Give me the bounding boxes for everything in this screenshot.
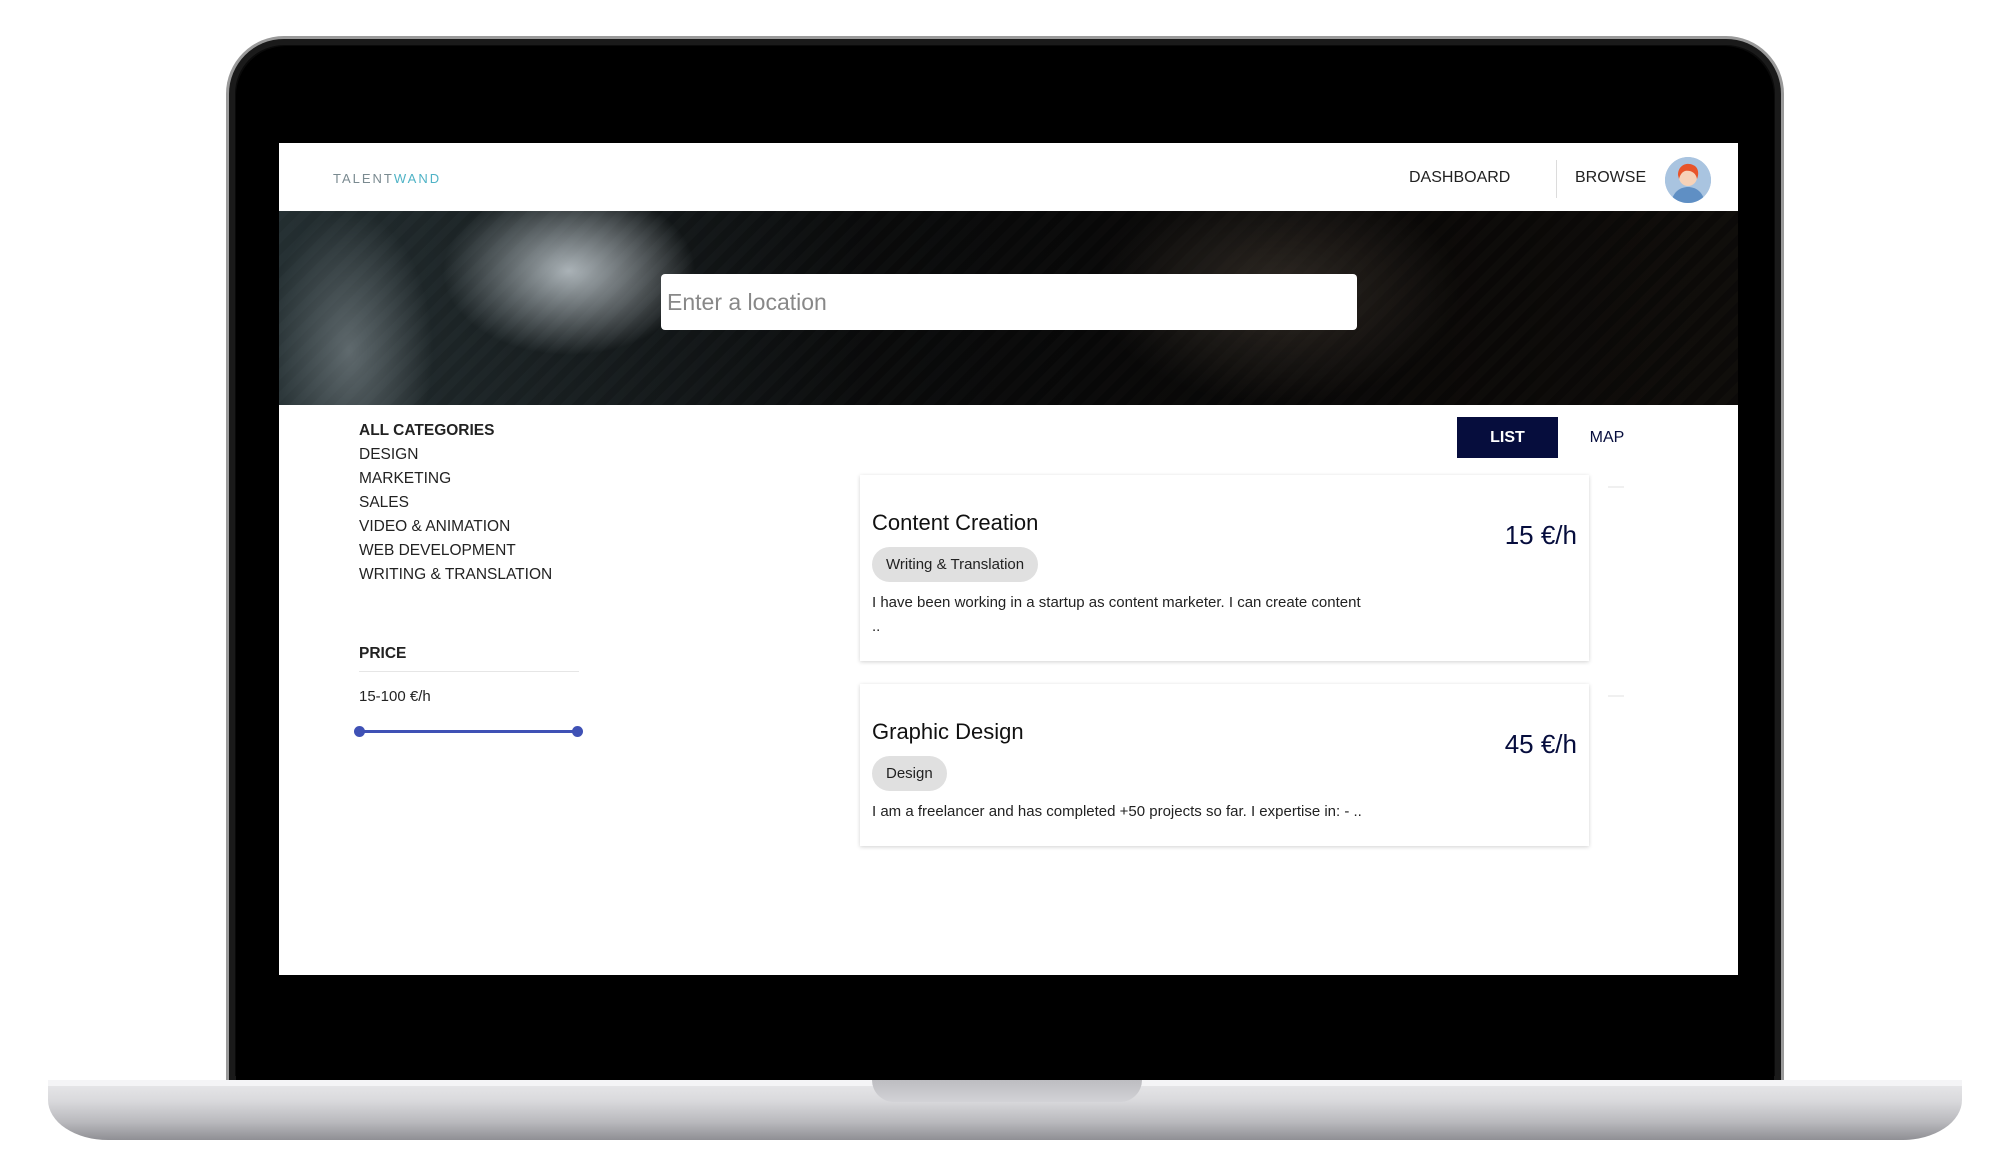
- nav-dashboard-link[interactable]: DASHBOARD: [1409, 169, 1510, 187]
- listing-card[interactable]: Content Creation 15 €/h Writing & Transl…: [860, 475, 1589, 661]
- listing-price: 15 €/h: [1504, 520, 1577, 550]
- nav-browse-link[interactable]: BROWSE: [1575, 169, 1646, 187]
- listing-title: Content Creation: [872, 510, 1039, 535]
- category-writing-translation[interactable]: WRITING & TRANSLATION: [359, 563, 552, 587]
- screen: TALENTWAND DASHBOARD BROWSE ALL CATEGORI…: [279, 143, 1738, 975]
- slider-track[interactable]: [359, 730, 577, 733]
- category-video-animation[interactable]: VIDEO & ANIMATION: [359, 515, 552, 539]
- hero-banner: [279, 211, 1738, 405]
- slider-handle-max[interactable]: [571, 726, 583, 737]
- navbar: TALENTWAND DASHBOARD BROWSE: [279, 143, 1738, 211]
- card-edge-line: [1608, 486, 1624, 488]
- listing-category-tag: Design: [872, 756, 947, 791]
- laptop-notch: [872, 1080, 1142, 1102]
- listing-description-line: I am a freelancer and has completed +50 …: [872, 803, 1362, 820]
- price-range-label: 15-100 €/h: [359, 688, 431, 705]
- listing-price: 45 €/h: [1504, 729, 1577, 759]
- price-filter-title: PRICE: [359, 645, 579, 672]
- listing-description: I am a freelancer and has completed +50 …: [872, 800, 1412, 824]
- user-avatar[interactable]: [1665, 157, 1711, 203]
- price-range-slider[interactable]: [353, 724, 583, 738]
- nav-divider: [1556, 160, 1557, 198]
- listing-description: I have been working in a startup as cont…: [872, 591, 1412, 639]
- listing-description-line: ..: [872, 618, 881, 635]
- listing-description-line: I have been working in a startup as cont…: [872, 594, 1361, 611]
- location-search-input[interactable]: [661, 274, 1357, 330]
- map-view-button[interactable]: MAP: [1577, 417, 1637, 458]
- card-edge-line: [1608, 695, 1624, 697]
- listing-title: Graphic Design: [872, 719, 1024, 744]
- slider-handle-min[interactable]: [353, 726, 365, 737]
- category-list: ALL CATEGORIES DESIGN MARKETING SALES VI…: [359, 419, 552, 587]
- category-all[interactable]: ALL CATEGORIES: [359, 419, 552, 443]
- avatar-illustration-icon: [1665, 157, 1711, 203]
- category-design[interactable]: DESIGN: [359, 443, 552, 467]
- category-marketing[interactable]: MARKETING: [359, 467, 552, 491]
- list-view-button[interactable]: LIST: [1457, 417, 1558, 458]
- category-sales[interactable]: SALES: [359, 491, 552, 515]
- logo-text-wand: WAND: [393, 171, 442, 186]
- category-web-development[interactable]: WEB DEVELOPMENT: [359, 539, 552, 563]
- listing-category-tag: Writing & Translation: [872, 547, 1039, 582]
- listing-card[interactable]: Graphic Design 45 €/h Design I am a free…: [860, 684, 1589, 846]
- price-filter: PRICE 15-100 €/h: [359, 645, 579, 705]
- logo-text-talent: TALENT: [333, 171, 394, 186]
- logo[interactable]: TALENTWAND: [333, 171, 441, 186]
